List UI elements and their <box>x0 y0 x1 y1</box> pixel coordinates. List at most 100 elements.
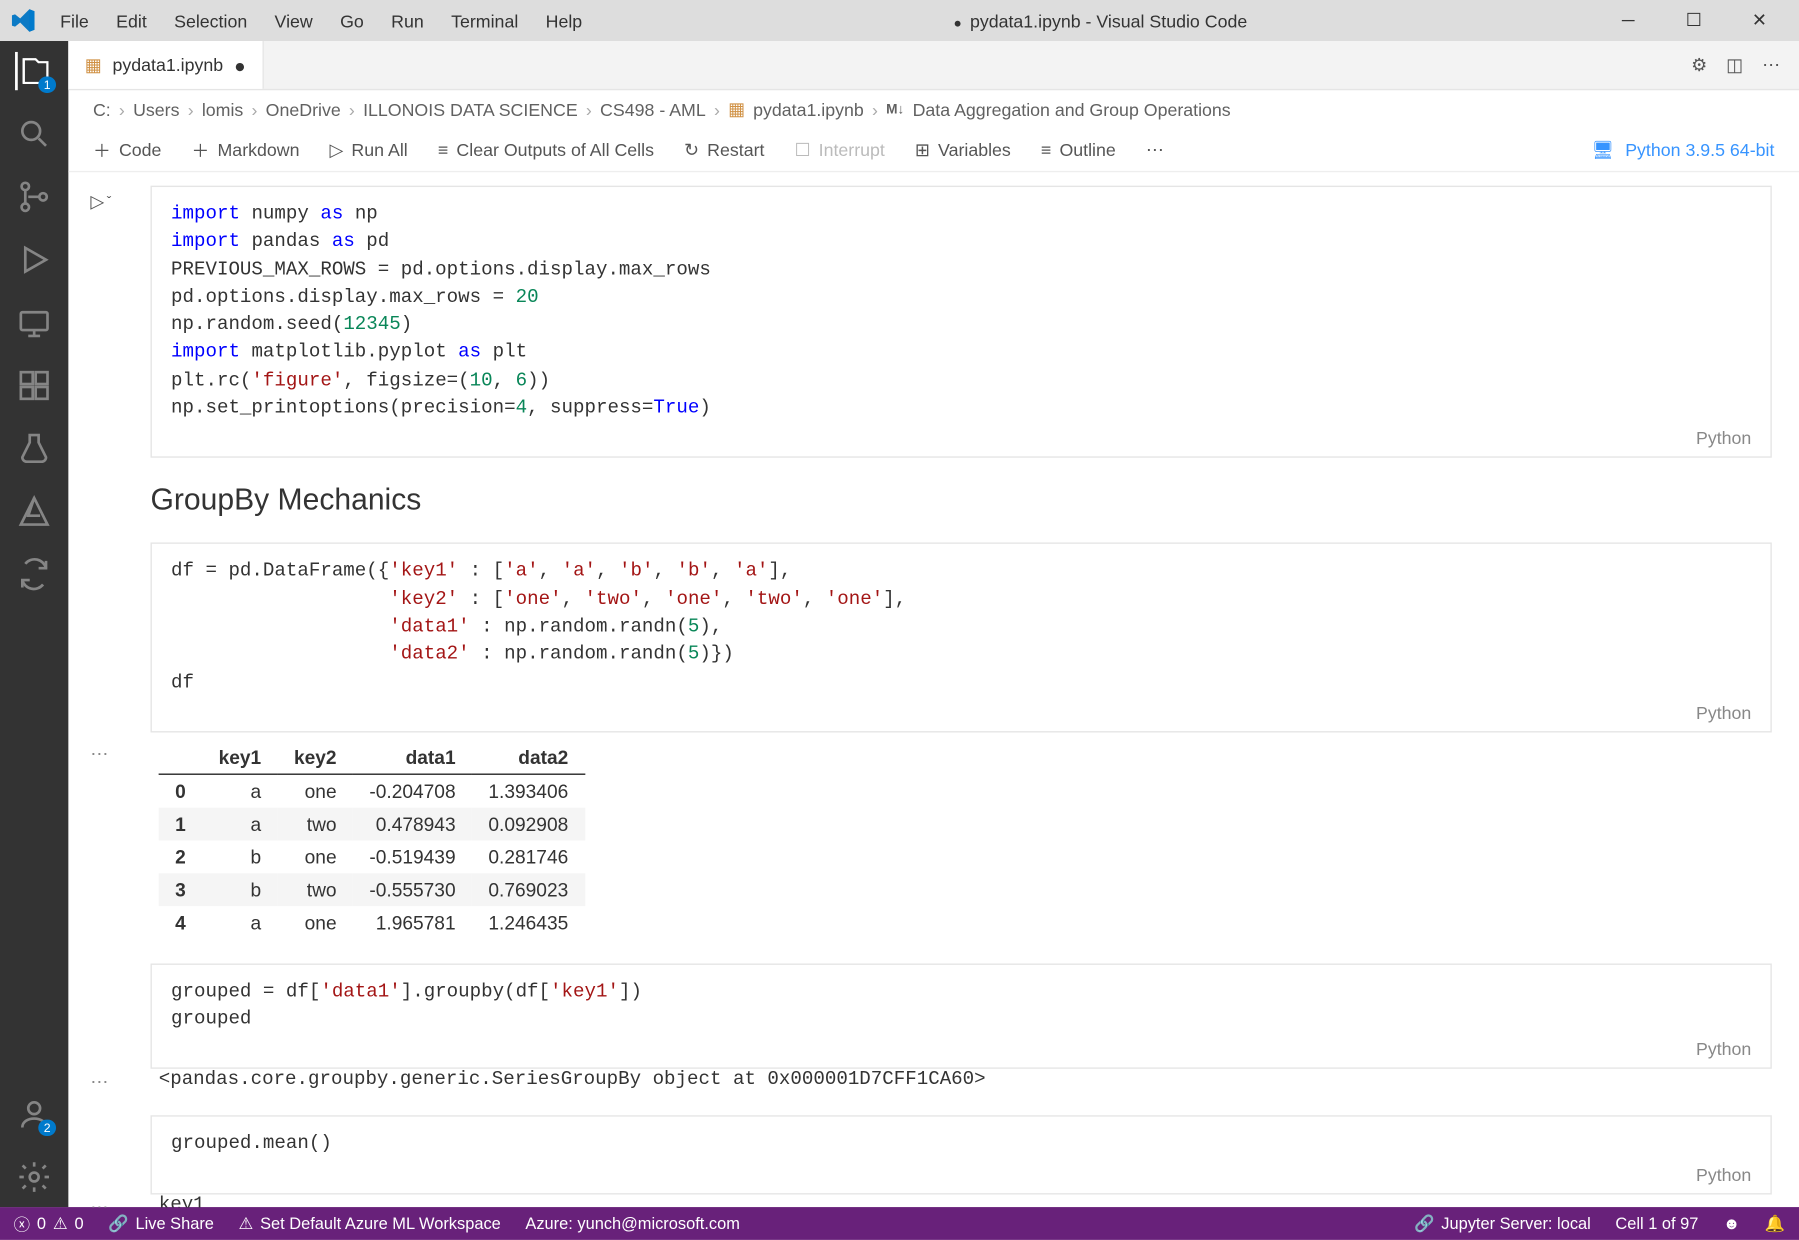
maximize-button[interactable]: ☐ <box>1673 10 1714 32</box>
accounts-icon[interactable]: 2 <box>15 1095 53 1133</box>
notebook-body[interactable]: ▷ˇ import numpy as np import pandas as p… <box>68 172 1799 1207</box>
activity-bar: 1 2 <box>0 41 68 1207</box>
split-editor-icon[interactable]: ◫ <box>1726 54 1743 76</box>
menu-help[interactable]: Help <box>535 5 593 36</box>
extensions-icon[interactable] <box>15 366 53 404</box>
plus-icon: ＋ <box>192 137 210 163</box>
unsaved-dot-icon: ● <box>234 54 246 76</box>
cell-position-status[interactable]: Cell 1 of 97 <box>1615 1214 1698 1233</box>
markdown-cell[interactable]: GroupBy Mechanics <box>150 483 1771 519</box>
toolbar-more-icon[interactable]: ⋯ <box>1146 139 1164 161</box>
code-cell[interactable]: ▷ˇ import numpy as np import pandas as p… <box>150 186 1771 459</box>
run-debug-icon[interactable] <box>15 241 53 279</box>
menu-selection[interactable]: Selection <box>163 5 258 36</box>
tab-pydata1[interactable]: ▦ pydata1.ipynb ● <box>68 41 263 89</box>
outline-button[interactable]: ≡Outline <box>1041 139 1116 160</box>
server-icon: 🖥 <box>1592 139 1615 161</box>
menu-run[interactable]: Run <box>380 5 434 36</box>
jupyter-server-status[interactable]: 🔗Jupyter Server: local <box>1414 1214 1591 1233</box>
chevron-down-icon[interactable]: ˇ <box>107 195 112 210</box>
code-cell[interactable]: grouped = df['data1'].groupby(df['key1']… <box>150 964 1771 1092</box>
clear-outputs-button[interactable]: ≡Clear Outputs of All Cells <box>438 139 654 160</box>
notifications-icon[interactable]: 🔔 <box>1765 1214 1785 1233</box>
restart-button[interactable]: ↻Restart <box>684 139 764 161</box>
kernel-picker[interactable]: 🖥 Python 3.9.5 64-bit <box>1592 139 1775 161</box>
more-actions-icon[interactable]: ⋯ <box>1762 54 1780 76</box>
breadcrumb[interactable]: C:› Users› lomis› OneDrive› ILLONOIS DAT… <box>68 90 1799 128</box>
markdown-icon: M↓ <box>886 102 904 117</box>
menu-file[interactable]: File <box>49 5 100 36</box>
crumb[interactable]: lomis <box>202 99 243 120</box>
close-button[interactable]: ✕ <box>1739 10 1780 32</box>
link-icon: 🔗 <box>1414 1214 1434 1233</box>
crumb[interactable]: ILLONOIS DATA SCIENCE <box>363 99 578 120</box>
variables-icon: ⊞ <box>915 139 930 161</box>
cell-language[interactable]: Python <box>171 428 1751 449</box>
azure-account-status[interactable]: Azure: yunch@microsoft.com <box>525 1214 739 1233</box>
cell-output: ⋯ <pandas.core.groupby.generic.SeriesGro… <box>150 1070 1771 1092</box>
explorer-icon[interactable]: 1 <box>15 52 53 90</box>
add-markdown-button[interactable]: ＋Markdown <box>192 137 300 163</box>
output-prefix: ⋯ <box>90 1072 108 1094</box>
menu-view[interactable]: View <box>264 5 324 36</box>
cell-language[interactable]: Python <box>171 1164 1751 1185</box>
dataframe-table: key1key2data1data2 0aone-0.2047081.39340… <box>159 741 585 939</box>
feedback-icon[interactable]: ☻ <box>1723 1214 1740 1233</box>
menu-bar: File Edit Selection View Go Run Terminal… <box>49 5 593 36</box>
add-code-button[interactable]: ＋Code <box>93 137 161 163</box>
menu-terminal[interactable]: Terminal <box>440 5 529 36</box>
menu-go[interactable]: Go <box>329 5 375 36</box>
sync-icon[interactable] <box>15 555 53 593</box>
window-title: pydata1.ipynb - Visual Studio Code <box>593 10 1608 31</box>
warning-icon: ⚠ <box>53 1214 68 1233</box>
cell-output: ⋯ key1 <box>150 1194 1771 1207</box>
code-content[interactable]: grouped = df['data1'].groupby(df['key1']… <box>171 979 1751 1034</box>
table-row: 3btwo-0.5557300.769023 <box>159 873 585 906</box>
remote-icon[interactable] <box>15 303 53 341</box>
problems-status[interactable]: ⓧ0 ⚠0 <box>14 1212 84 1235</box>
crumb[interactable]: Data Aggregation and Group Operations <box>913 99 1231 120</box>
notebook-toolbar: ＋Code ＋Markdown ▷Run All ≡Clear Outputs … <box>68 129 1799 173</box>
editor-tabs: ▦ pydata1.ipynb ● ⚙ ◫ ⋯ <box>68 41 1799 90</box>
variables-button[interactable]: ⊞Variables <box>915 139 1011 161</box>
search-icon[interactable] <box>15 115 53 153</box>
output-prefix: ⋯ <box>90 743 108 765</box>
cell-language[interactable]: Python <box>171 1040 1751 1061</box>
status-bar: ⓧ0 ⚠0 🔗Live Share ⚠Set Default Azure ML … <box>0 1207 1799 1240</box>
source-control-icon[interactable] <box>15 178 53 216</box>
run-all-button[interactable]: ▷Run All <box>330 139 408 161</box>
minimize-button[interactable]: ─ <box>1608 10 1649 32</box>
table-row: 0aone-0.2047081.393406 <box>159 774 585 807</box>
vscode-logo-icon <box>11 8 36 33</box>
run-all-icon: ▷ <box>330 139 344 161</box>
settings-icon[interactable]: ⚙ <box>1691 54 1707 76</box>
table-row: 2bone-0.5194390.281746 <box>159 841 585 874</box>
heading: GroupBy Mechanics <box>150 483 1771 519</box>
notebook-file-icon: ▦ <box>85 54 102 76</box>
outline-icon: ≡ <box>1041 139 1051 160</box>
crumb[interactable]: Users <box>133 99 179 120</box>
menu-edit[interactable]: Edit <box>105 5 158 36</box>
code-content[interactable]: df = pd.DataFrame({'key1' : ['a', 'a', '… <box>171 558 1751 697</box>
code-cell[interactable]: grouped.mean() Python ⋯ key1 <box>150 1116 1771 1207</box>
crumb[interactable]: CS498 - AML <box>600 99 706 120</box>
restart-icon: ↻ <box>684 139 699 161</box>
cell-language[interactable]: Python <box>171 702 1751 723</box>
crumb[interactable]: OneDrive <box>266 99 341 120</box>
cell-output: ⋯ key1key2data1data2 0aone-0.2047081.393… <box>150 741 1771 939</box>
clear-icon: ≡ <box>438 139 448 160</box>
crumb[interactable]: C: <box>93 99 111 120</box>
code-content[interactable]: grouped.mean() <box>171 1131 1751 1159</box>
interrupt-button: ☐Interrupt <box>795 139 885 161</box>
azureml-status[interactable]: ⚠Set Default Azure ML Workspace <box>239 1214 501 1233</box>
settings-gear-icon[interactable] <box>15 1158 53 1196</box>
code-cell[interactable]: df = pd.DataFrame({'key1' : ['a', 'a', '… <box>150 543 1771 939</box>
code-content[interactable]: import numpy as np import pandas as pd P… <box>171 201 1751 423</box>
tab-label: pydata1.ipynb <box>113 55 224 76</box>
interrupt-icon: ☐ <box>795 139 811 161</box>
testing-icon[interactable] <box>15 429 53 467</box>
crumb[interactable]: pydata1.ipynb <box>753 99 864 120</box>
liveshare-status[interactable]: 🔗Live Share <box>108 1214 214 1233</box>
run-cell-icon[interactable]: ▷ <box>90 191 104 213</box>
azure-icon[interactable] <box>15 492 53 530</box>
